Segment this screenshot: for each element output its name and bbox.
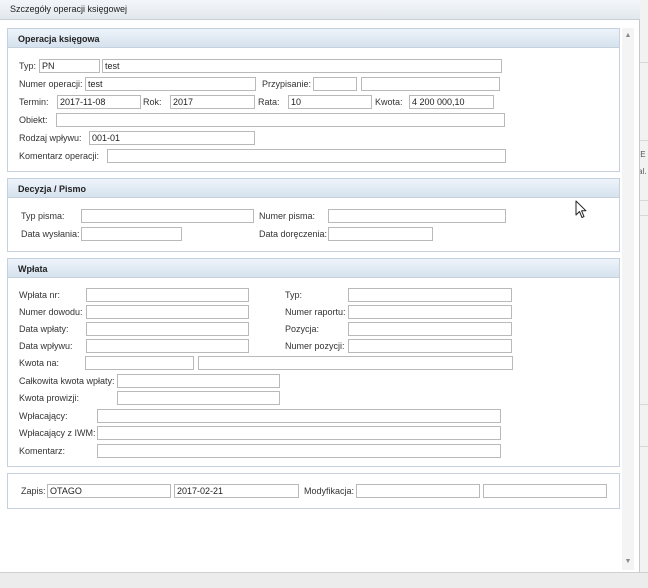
kwota-na-field-2[interactable]: [198, 356, 513, 370]
panel-header-operacja: Operacja księgowa: [8, 29, 619, 48]
obiekt-label: Obiekt:: [19, 115, 48, 125]
wplacajacy-iwm-label: Wpłacający z IWM:: [19, 428, 96, 438]
termin-field[interactable]: [57, 95, 141, 109]
data-wplaty-label: Data wpłaty:: [19, 324, 69, 334]
przypisanie-label: Przypisanie:: [262, 79, 312, 89]
numer-pisma-field[interactable]: [328, 209, 506, 223]
numer-raportu-label: Numer raportu:: [285, 307, 346, 317]
typ-label: Typ:: [19, 61, 37, 71]
typ-pisma-field[interactable]: [81, 209, 254, 223]
zapis-user-field[interactable]: [47, 484, 171, 498]
data-wyslania-label: Data wysłania:: [21, 229, 80, 239]
scroll-down-icon[interactable]: ▼: [622, 556, 634, 568]
background-divider: [640, 62, 648, 63]
modyfikacja-label: Modyfikacja:: [304, 486, 355, 496]
numer-pisma-label: Numer pisma:: [259, 211, 316, 221]
komentarz-operacji-field[interactable]: [107, 149, 506, 163]
data-wplywu-field[interactable]: [86, 339, 249, 353]
kwota-field[interactable]: [409, 95, 494, 109]
zapis-label: Zapis:: [21, 486, 46, 496]
przypisanie-field-1[interactable]: [313, 77, 357, 91]
numer-operacji-label: Numer operacji:: [19, 79, 83, 89]
mouse-cursor-icon: [575, 200, 587, 218]
rata-field[interactable]: [288, 95, 372, 109]
background-divider: [640, 446, 648, 447]
wplata-typ-field[interactable]: [348, 288, 512, 302]
background-footer: [0, 572, 648, 588]
panel-zapis: Zapis: Modyfikacja:: [7, 473, 620, 509]
przypisanie-field-2[interactable]: [361, 77, 500, 91]
pozycja-label: Pozycja:: [285, 324, 320, 334]
kwota-na-label: Kwota na:: [19, 358, 60, 368]
typ-name-field[interactable]: [102, 59, 502, 73]
wplata-komentarz-label: Komentarz:: [19, 446, 66, 456]
vertical-scrollbar[interactable]: ▲ ▼: [622, 28, 634, 570]
panel-operacja-ksiegowa: Operacja księgowa Typ: Numer operacji: P…: [7, 28, 620, 172]
panel-decyzja-pismo: Decyzja / Pismo Typ pisma: Numer pisma: …: [7, 178, 620, 252]
typ-code-field[interactable]: [39, 59, 100, 73]
rodzaj-wplywu-label: Rodzaj wpływu:: [19, 133, 82, 143]
rodzaj-wplywu-field[interactable]: [89, 131, 255, 145]
data-wplaty-field[interactable]: [86, 322, 249, 336]
kwota-na-field-1[interactable]: [85, 356, 194, 370]
pozycja-field[interactable]: [348, 322, 512, 336]
kwota-prowizji-field[interactable]: [117, 391, 280, 405]
background-divider: [640, 215, 648, 216]
wplata-nr-field[interactable]: [86, 288, 249, 302]
rata-label: Rata:: [258, 97, 280, 107]
panel-header-wplata: Wpłata: [8, 259, 619, 278]
data-doreczenia-label: Data doręczenia:: [259, 229, 328, 239]
background-divider: [640, 200, 648, 201]
numer-operacji-field[interactable]: [85, 77, 256, 91]
numer-dowodu-field[interactable]: [86, 305, 249, 319]
komentarz-operacji-label: Komentarz operacji:: [19, 151, 100, 161]
rok-field[interactable]: [170, 95, 255, 109]
numer-pozycji-field[interactable]: [348, 339, 512, 353]
accounting-operation-dialog: Szczegóły operacji księgowej ▲ ▼ Operacj…: [0, 0, 640, 572]
zapis-date-field[interactable]: [174, 484, 299, 498]
numer-dowodu-label: Numer dowodu:: [19, 307, 83, 317]
panel-header-decyzja: Decyzja / Pismo: [8, 179, 619, 198]
rok-label: Rok:: [143, 97, 162, 107]
termin-label: Termin:: [19, 97, 49, 107]
numer-raportu-field[interactable]: [348, 305, 512, 319]
data-wplywu-label: Data wpływu:: [19, 341, 73, 351]
modyfikacja-date-field[interactable]: [483, 484, 607, 498]
wplacajacy-field[interactable]: [97, 409, 501, 423]
panel-wplata: Wpłata Wpłata nr: Typ: Numer dowodu: Num…: [7, 258, 620, 467]
typ-pisma-label: Typ pisma:: [21, 211, 65, 221]
wplata-nr-label: Wpłata nr:: [19, 290, 61, 300]
obiekt-field[interactable]: [56, 113, 505, 127]
wplacajacy-label: Wpłacający:: [19, 411, 68, 421]
wplata-komentarz-field[interactable]: [97, 444, 501, 458]
data-doreczenia-field[interactable]: [328, 227, 433, 241]
kwota-label: Kwota:: [375, 97, 403, 107]
wplacajacy-iwm-field[interactable]: [97, 426, 501, 440]
data-wyslania-field[interactable]: [81, 227, 182, 241]
calkowita-kwota-label: Całkowita kwota wpłaty:: [19, 376, 115, 386]
numer-pozycji-label: Numer pozycji:: [285, 341, 345, 351]
modyfikacja-user-field[interactable]: [356, 484, 480, 498]
scroll-up-icon[interactable]: ▲: [622, 30, 634, 42]
background-divider: [640, 404, 648, 405]
kwota-prowizji-label: Kwota prowizji:: [19, 393, 80, 403]
dialog-title: Szczegóły operacji księgowej: [0, 0, 640, 20]
background-divider: [640, 140, 648, 141]
calkowita-kwota-field[interactable]: [117, 374, 280, 388]
wplata-typ-label: Typ:: [285, 290, 303, 300]
